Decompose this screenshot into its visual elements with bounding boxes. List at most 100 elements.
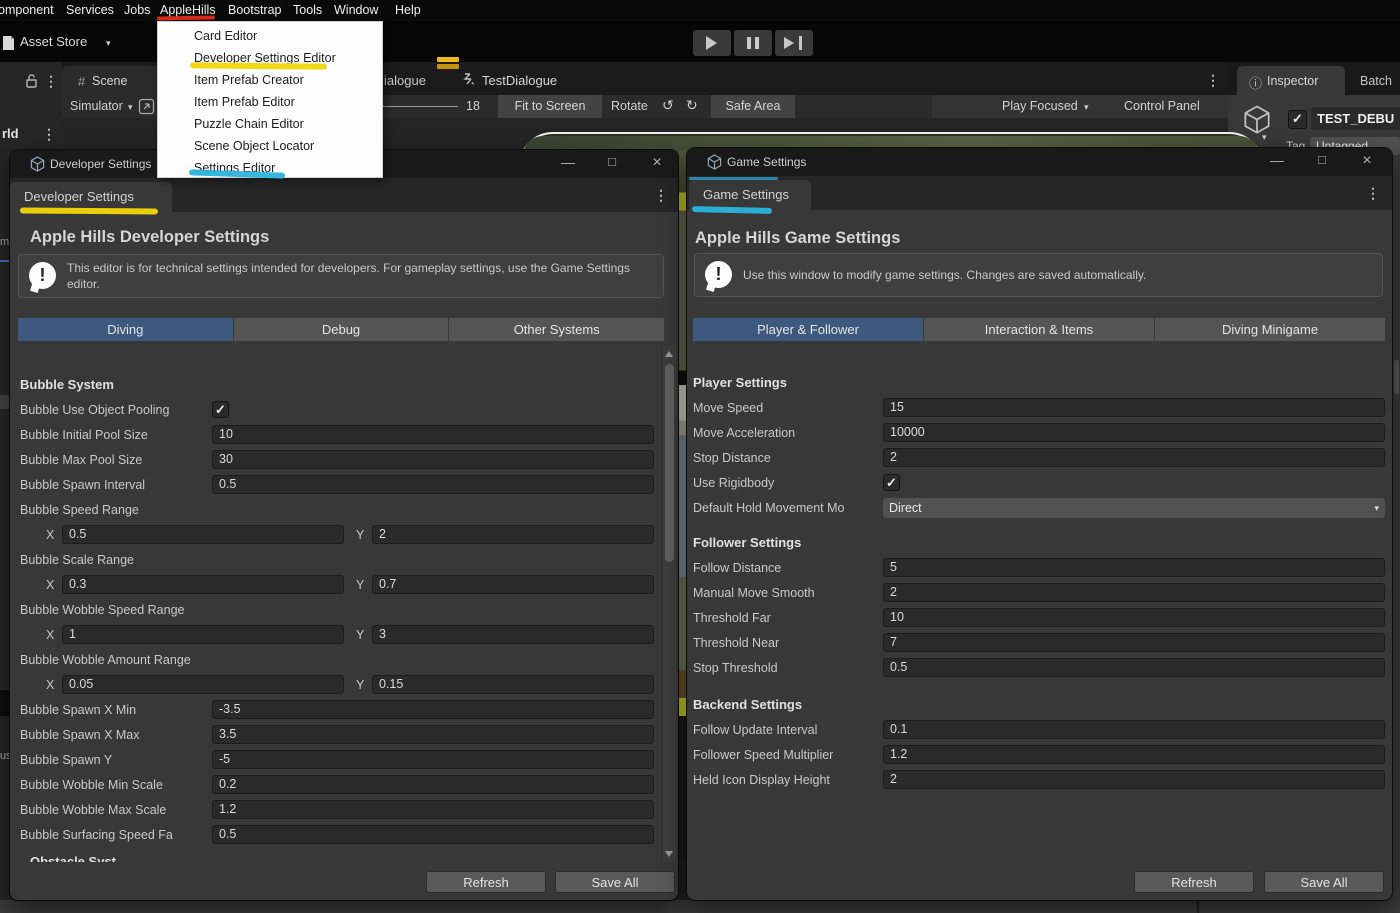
yellow-menu-icon[interactable] bbox=[437, 56, 459, 74]
save-all-button[interactable]: Save All bbox=[1264, 871, 1384, 893]
number-input[interactable]: 3.5 bbox=[212, 725, 654, 744]
dev-scrollbar[interactable] bbox=[662, 346, 676, 862]
x-input[interactable]: 0.5 bbox=[62, 525, 344, 544]
lock-open-icon[interactable] bbox=[25, 73, 38, 88]
checkbox[interactable]: ✓ bbox=[883, 474, 900, 491]
game-titlebar[interactable]: Game Settings — □ × bbox=[687, 148, 1392, 176]
refresh-button[interactable]: Refresh bbox=[1134, 871, 1254, 893]
play-button[interactable] bbox=[693, 30, 731, 56]
number-input[interactable]: 15 bbox=[883, 398, 1385, 417]
hold-movement-dropdown[interactable]: Direct ▾ bbox=[883, 498, 1385, 518]
menu-item-item-prefab-editor[interactable]: Item Prefab Editor bbox=[194, 95, 295, 109]
maximize-button[interactable]: □ bbox=[602, 154, 622, 169]
number-input[interactable]: 30 bbox=[212, 450, 654, 469]
menu-item-scene-object-locator[interactable]: Scene Object Locator bbox=[194, 139, 314, 153]
step-button[interactable] bbox=[775, 30, 813, 56]
number-input[interactable]: 2 bbox=[883, 770, 1385, 789]
x-input[interactable]: 1 bbox=[62, 625, 344, 644]
zoom-slider[interactable] bbox=[383, 106, 458, 107]
number-input[interactable]: 2 bbox=[883, 583, 1385, 602]
tab-debug[interactable]: Debug bbox=[234, 318, 450, 341]
number-input[interactable]: -3.5 bbox=[212, 700, 654, 719]
dev-window-kebab-icon[interactable]: ⋮ bbox=[654, 187, 668, 204]
tab-batch[interactable]: Batch bbox=[1360, 74, 1392, 88]
menu-item-card-editor[interactable]: Card Editor bbox=[194, 29, 257, 43]
menu-bootstrap[interactable]: Bootstrap bbox=[228, 3, 282, 17]
asset-store-button[interactable]: Asset Store bbox=[20, 34, 87, 49]
y-input[interactable]: 2 bbox=[372, 525, 654, 544]
number-input[interactable]: 10000 bbox=[883, 423, 1385, 442]
tab-player-follower[interactable]: Player & Follower bbox=[693, 318, 924, 341]
rotate-left-icon[interactable]: ↺ bbox=[662, 97, 674, 114]
x-input[interactable]: 0.05 bbox=[62, 675, 344, 694]
menu-tools[interactable]: Tools bbox=[293, 3, 322, 17]
close-button[interactable]: × bbox=[647, 154, 667, 172]
number-input[interactable]: 7 bbox=[883, 633, 1385, 652]
number-input[interactable]: 0.2 bbox=[212, 775, 654, 794]
popout-icon[interactable] bbox=[138, 98, 155, 115]
checkbox[interactable]: ✓ bbox=[212, 401, 229, 418]
hierarchy-object-fragment[interactable]: rld bbox=[2, 126, 19, 141]
game-window-kebab-icon[interactable]: ⋮ bbox=[1366, 185, 1380, 202]
hierarchy-kebab-icon[interactable]: ⋮ bbox=[44, 73, 58, 90]
scene-kebab-icon[interactable]: ⋮ bbox=[1206, 72, 1220, 89]
minimize-button[interactable]: — bbox=[1267, 152, 1287, 168]
scrollbar-thumb[interactable] bbox=[665, 364, 674, 562]
tab-diving-minigame[interactable]: Diving Minigame bbox=[1155, 318, 1385, 341]
y-input[interactable]: 0.7 bbox=[372, 575, 654, 594]
x-input[interactable]: 0.3 bbox=[62, 575, 344, 594]
number-input[interactable]: 1.2 bbox=[212, 800, 654, 819]
number-input[interactable]: 0.5 bbox=[883, 658, 1385, 677]
number-input[interactable]: 10 bbox=[212, 425, 654, 444]
scroll-down-icon[interactable] bbox=[665, 851, 673, 857]
refresh-button[interactable]: Refresh bbox=[426, 871, 546, 893]
tab-dialogue-fragment[interactable]: ialogue bbox=[384, 73, 426, 88]
number-input[interactable]: 1.2 bbox=[883, 745, 1385, 764]
x-label: X bbox=[46, 628, 62, 642]
menu-item-puzzle-chain-editor[interactable]: Puzzle Chain Editor bbox=[194, 117, 304, 131]
fit-to-screen-button[interactable]: Fit to Screen bbox=[498, 95, 602, 118]
maximize-button[interactable]: □ bbox=[1312, 152, 1332, 167]
control-panel-button[interactable]: Control Panel bbox=[1124, 99, 1200, 113]
inspector-scrollbar[interactable] bbox=[1394, 360, 1399, 394]
menu-component[interactable]: omponent bbox=[0, 3, 54, 17]
active-checkbox[interactable]: ✓ bbox=[1288, 110, 1307, 129]
pause-button[interactable] bbox=[734, 30, 772, 56]
tab-scene[interactable]: # Scene bbox=[62, 66, 167, 95]
scroll-up-icon[interactable] bbox=[665, 351, 673, 357]
hierarchy-item-kebab-icon[interactable]: ⋮ bbox=[42, 126, 56, 143]
menu-item-item-prefab-creator[interactable]: Item Prefab Creator bbox=[194, 73, 304, 87]
menu-services[interactable]: Services bbox=[66, 3, 114, 17]
tab-inspector[interactable]: ⓘ Inspector bbox=[1237, 66, 1345, 95]
cube-caret-icon[interactable]: ▾ bbox=[1262, 132, 1267, 143]
menu-window[interactable]: Window bbox=[334, 3, 378, 17]
minimize-button[interactable]: — bbox=[558, 154, 578, 170]
tab-testdialogue[interactable]: TestDialogue bbox=[482, 73, 557, 88]
settings-row: Bubble Wobble Max Scale 1.2 bbox=[20, 797, 654, 822]
number-input[interactable]: 2 bbox=[883, 448, 1385, 467]
y-input[interactable]: 3 bbox=[372, 625, 654, 644]
simulator-dropdown[interactable]: Simulator bbox=[70, 99, 123, 113]
safe-area-button[interactable]: Safe Area bbox=[711, 95, 795, 118]
rotate-right-icon[interactable]: ↻ bbox=[686, 97, 698, 114]
number-input[interactable]: 0.5 bbox=[212, 825, 654, 844]
number-input[interactable]: 5 bbox=[883, 558, 1385, 577]
settings-row: Held Icon Display Height 2 bbox=[693, 767, 1385, 792]
tab-other-systems[interactable]: Other Systems bbox=[449, 318, 664, 341]
xy-row: X 1 Y 3 bbox=[20, 622, 654, 647]
menu-help[interactable]: Help bbox=[395, 3, 421, 17]
tab-diving[interactable]: Diving bbox=[18, 318, 234, 341]
settings-row: Bubble Scale Range bbox=[20, 547, 654, 572]
number-input[interactable]: 10 bbox=[883, 608, 1385, 627]
close-button[interactable]: × bbox=[1357, 152, 1377, 170]
number-input[interactable]: 0.5 bbox=[212, 475, 654, 494]
device-screen-strip bbox=[679, 150, 687, 862]
object-name-field[interactable]: TEST_DEBU bbox=[1310, 106, 1400, 131]
play-focused-dropdown[interactable]: Play Focused bbox=[1002, 99, 1078, 113]
y-input[interactable]: 0.15 bbox=[372, 675, 654, 694]
number-input[interactable]: -5 bbox=[212, 750, 654, 769]
menu-jobs[interactable]: Jobs bbox=[124, 3, 150, 17]
save-all-button[interactable]: Save All bbox=[555, 871, 675, 893]
tab-interaction-items[interactable]: Interaction & Items bbox=[924, 318, 1155, 341]
number-input[interactable]: 0.1 bbox=[883, 720, 1385, 739]
